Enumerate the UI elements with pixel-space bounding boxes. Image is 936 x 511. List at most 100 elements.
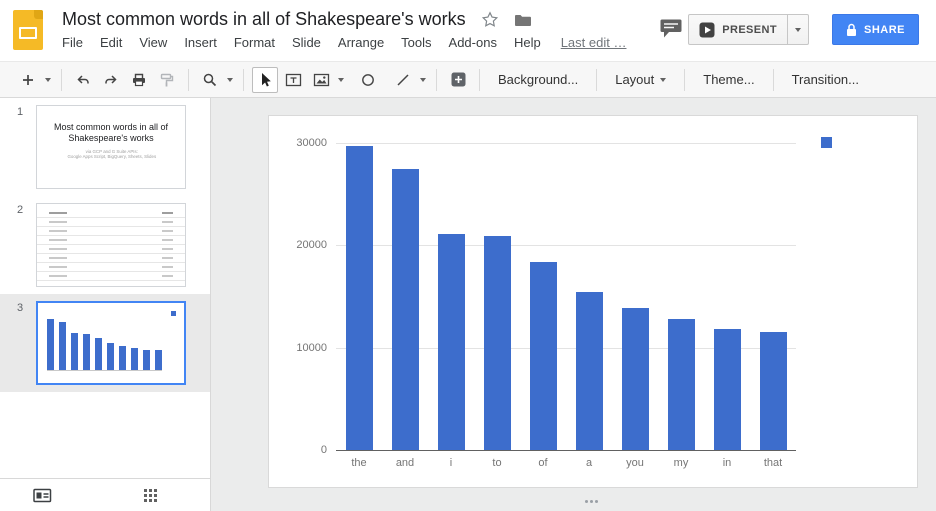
x-tick-label: that	[750, 457, 796, 469]
zoom-button[interactable]	[197, 67, 223, 93]
slide-1-thumbnail[interactable]: Most common words in all of Shakespeare'…	[36, 105, 186, 189]
slide-thumbnail-row-1[interactable]: 1 Most common words in all of Shakespear…	[0, 98, 210, 196]
menu-format[interactable]: Format	[234, 35, 275, 50]
menu-file[interactable]: File	[62, 35, 83, 50]
x-tick-label: and	[382, 457, 428, 469]
x-tick-label: the	[336, 457, 382, 469]
filmstrip-view-button[interactable]	[33, 488, 52, 503]
transition-label: Transition...	[792, 72, 859, 87]
text-box-button[interactable]	[280, 67, 306, 93]
menu-insert[interactable]: Insert	[184, 35, 217, 50]
transition-button[interactable]: Transition...	[781, 67, 870, 93]
menu-help[interactable]: Help	[514, 35, 541, 50]
slides-icon-page	[19, 27, 37, 39]
insert-image-button[interactable]	[308, 67, 334, 93]
menu-tools[interactable]: Tools	[401, 35, 431, 50]
slide-2-thumbnail[interactable]	[36, 203, 186, 287]
slide-number: 3	[0, 301, 36, 385]
x-tick-label: in	[704, 457, 750, 469]
present-dropdown-button[interactable]	[788, 14, 809, 45]
menu-view[interactable]: View	[139, 35, 167, 50]
bar-of[interactable]	[530, 262, 557, 450]
mini-table-row	[37, 218, 185, 227]
slide-number: 1	[0, 105, 36, 189]
bar-you[interactable]	[622, 308, 649, 450]
slide-thumbnail-row-3[interactable]: 3	[0, 294, 210, 392]
zoom-dropdown[interactable]	[224, 67, 236, 93]
bar-the[interactable]	[346, 146, 373, 450]
chevron-down-icon	[795, 28, 801, 32]
undo-button[interactable]	[70, 67, 96, 93]
insert-shape-button[interactable]	[355, 67, 381, 93]
bar-my[interactable]	[668, 319, 695, 450]
view-switcher-bar	[0, 478, 211, 511]
toolbar-separator	[243, 69, 244, 91]
slide-3-thumbnail[interactable]	[36, 301, 186, 385]
insert-image-dropdown[interactable]	[335, 67, 347, 93]
select-tool-button[interactable]	[252, 67, 278, 93]
mini-bar-a	[107, 343, 114, 370]
background-button[interactable]: Background...	[487, 67, 589, 93]
mini-bar-to	[83, 334, 90, 370]
x-tick-label: to	[474, 457, 520, 469]
thumb-slide-subtitle-2: Google Apps Script, BigQuery, Sheets, Sl…	[37, 154, 186, 159]
present-label: PRESENT	[722, 24, 777, 36]
canvas-overflow-dots	[585, 500, 598, 503]
new-slide-button[interactable]	[15, 67, 41, 93]
bar-to[interactable]	[484, 236, 511, 450]
bar-a[interactable]	[576, 292, 603, 450]
menu-add-ons[interactable]: Add-ons	[449, 35, 497, 50]
mini-table-row	[37, 227, 185, 236]
bar-that[interactable]	[760, 332, 787, 450]
theme-button[interactable]: Theme...	[692, 67, 765, 93]
x-tick-label: my	[658, 457, 704, 469]
menu-edit[interactable]: Edit	[100, 35, 122, 50]
toolbar-separator	[596, 69, 597, 91]
star-icon[interactable]	[481, 11, 499, 29]
new-slide-dropdown[interactable]	[42, 67, 54, 93]
toolbar-separator	[188, 69, 189, 91]
bar-in[interactable]	[714, 329, 741, 450]
mini-table-row	[37, 245, 185, 254]
present-button[interactable]: PRESENT	[688, 14, 788, 45]
toolbar-separator	[61, 69, 62, 91]
insert-line-button[interactable]	[390, 67, 416, 93]
grid-view-icon	[144, 489, 147, 492]
insert-comment-button[interactable]	[445, 67, 471, 93]
bar-and[interactable]	[392, 169, 419, 450]
editing-canvas[interactable]: 3000020000100000theanditoofayoumyinthat	[211, 98, 936, 511]
slide-filmstrip: 1 Most common words in all of Shakespear…	[0, 98, 211, 478]
mini-bar-you	[119, 346, 126, 370]
redo-button[interactable]	[98, 67, 124, 93]
thumb-slide-title: Most common words in all of Shakespeare'…	[45, 122, 177, 144]
layout-button[interactable]: Layout	[604, 67, 677, 93]
menu-slide[interactable]: Slide	[292, 35, 321, 50]
last-edit-link[interactable]: Last edit …	[561, 35, 627, 50]
mini-bar-i	[71, 333, 78, 370]
comments-button[interactable]	[658, 15, 684, 41]
slide-thumbnail-row-2[interactable]: 2	[0, 196, 210, 294]
paint-format-button[interactable]	[154, 67, 180, 93]
print-button[interactable]	[126, 67, 152, 93]
slide-2-table-preview	[37, 204, 185, 281]
menu-arrange[interactable]: Arrange	[338, 35, 384, 50]
bar-i[interactable]	[438, 234, 465, 450]
mini-bar-that	[155, 350, 162, 370]
slide-number: 2	[0, 203, 36, 287]
document-title[interactable]: Most common words in all of Shakespeare'…	[62, 9, 466, 30]
slides-app-icon[interactable]	[13, 10, 43, 50]
mini-table-row	[37, 272, 185, 281]
move-to-folder-icon[interactable]	[514, 13, 532, 27]
filmstrip-view-icon	[33, 488, 52, 503]
play-icon	[699, 22, 715, 38]
insert-line-dropdown[interactable]	[417, 67, 429, 93]
current-slide[interactable]: 3000020000100000theanditoofayoumyinthat	[268, 115, 918, 488]
mini-bar-my	[131, 348, 138, 370]
slide-3-mini-bars	[47, 318, 162, 371]
x-tick-label: a	[566, 457, 612, 469]
share-button[interactable]: SHARE	[832, 14, 919, 45]
y-tick-label: 0	[269, 443, 327, 457]
grid-view-button[interactable]	[144, 489, 157, 502]
background-label: Background...	[498, 72, 578, 87]
mini-bar-and	[59, 322, 66, 370]
